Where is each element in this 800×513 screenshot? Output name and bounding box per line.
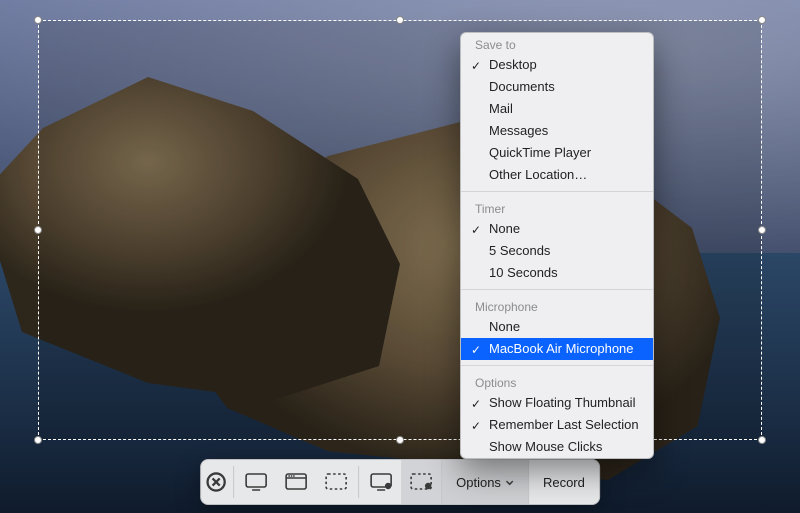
menu-item[interactable]: Messages <box>461 120 653 142</box>
menu-item-label: 5 Seconds <box>489 243 550 258</box>
resize-handle[interactable] <box>396 436 404 444</box>
options-menu: Save to ✓ Desktop Documents Mail Messages Quic… <box>460 32 654 459</box>
check-icon: ✓ <box>471 417 481 435</box>
options-label: Options <box>456 475 501 490</box>
menu-item-label: Desktop <box>489 57 537 72</box>
menu-section-title: Options <box>461 371 653 392</box>
check-icon: ✓ <box>471 57 481 75</box>
menu-item[interactable]: ✓ MacBook Air Microphone <box>461 338 653 360</box>
menu-item-label: None <box>489 319 520 334</box>
record-label: Record <box>543 475 585 490</box>
menu-item[interactable]: Mail <box>461 98 653 120</box>
resize-handle[interactable] <box>34 436 42 444</box>
resize-handle[interactable] <box>396 16 404 24</box>
menu-section-title: Microphone <box>461 295 653 316</box>
menu-divider <box>461 365 653 366</box>
record-button[interactable]: Record <box>528 460 599 504</box>
menu-item[interactable]: ✓ Remember Last Selection <box>461 414 653 436</box>
menu-item[interactable]: None <box>461 316 653 338</box>
menu-item[interactable]: 10 Seconds <box>461 262 653 284</box>
menu-divider <box>461 289 653 290</box>
options-dropdown[interactable]: Options <box>441 460 528 504</box>
close-button[interactable] <box>201 460 231 504</box>
check-icon: ✓ <box>471 341 481 359</box>
menu-item-label: QuickTime Player <box>489 145 591 160</box>
resize-handle[interactable] <box>34 226 42 234</box>
menu-item[interactable]: 5 Seconds <box>461 240 653 262</box>
menu-item[interactable]: Show Mouse Clicks <box>461 436 653 458</box>
menu-item[interactable]: Documents <box>461 76 653 98</box>
menu-item[interactable]: Other Location… <box>461 164 653 186</box>
menu-item-label: Show Floating Thumbnail <box>489 395 635 410</box>
resize-handle[interactable] <box>34 16 42 24</box>
resize-handle[interactable] <box>758 16 766 24</box>
menu-item[interactable]: ✓ None <box>461 218 653 240</box>
separator <box>358 466 359 498</box>
menu-item-label: None <box>489 221 520 236</box>
menu-section-title: Timer <box>461 197 653 218</box>
check-icon: ✓ <box>471 395 481 413</box>
menu-item[interactable]: ✓ Show Floating Thumbnail <box>461 392 653 414</box>
menu-divider <box>461 191 653 192</box>
menu-item[interactable]: ✓ Desktop <box>461 54 653 76</box>
menu-item[interactable]: QuickTime Player <box>461 142 653 164</box>
menu-item-label: Remember Last Selection <box>489 417 639 432</box>
resize-handle[interactable] <box>758 226 766 234</box>
menu-item-label: Messages <box>489 123 548 138</box>
menu-item-label: MacBook Air Microphone <box>489 341 634 356</box>
record-entire-screen-button[interactable] <box>361 460 401 504</box>
resize-handle[interactable] <box>758 436 766 444</box>
capture-selected-portion-button[interactable] <box>316 460 356 504</box>
chevron-down-icon <box>505 475 514 490</box>
record-selected-portion-button[interactable] <box>401 460 441 504</box>
menu-item-label: Show Mouse Clicks <box>489 439 602 454</box>
menu-item-label: Mail <box>489 101 513 116</box>
capture-selected-window-button[interactable] <box>276 460 316 504</box>
menu-item-label: 10 Seconds <box>489 265 558 280</box>
menu-section-title: Save to <box>461 33 653 54</box>
menu-item-label: Other Location… <box>489 167 587 182</box>
check-icon: ✓ <box>471 221 481 239</box>
capture-entire-screen-button[interactable] <box>236 460 276 504</box>
separator <box>233 466 234 498</box>
screenshot-toolbar: Options Record <box>200 459 600 505</box>
menu-item-label: Documents <box>489 79 555 94</box>
